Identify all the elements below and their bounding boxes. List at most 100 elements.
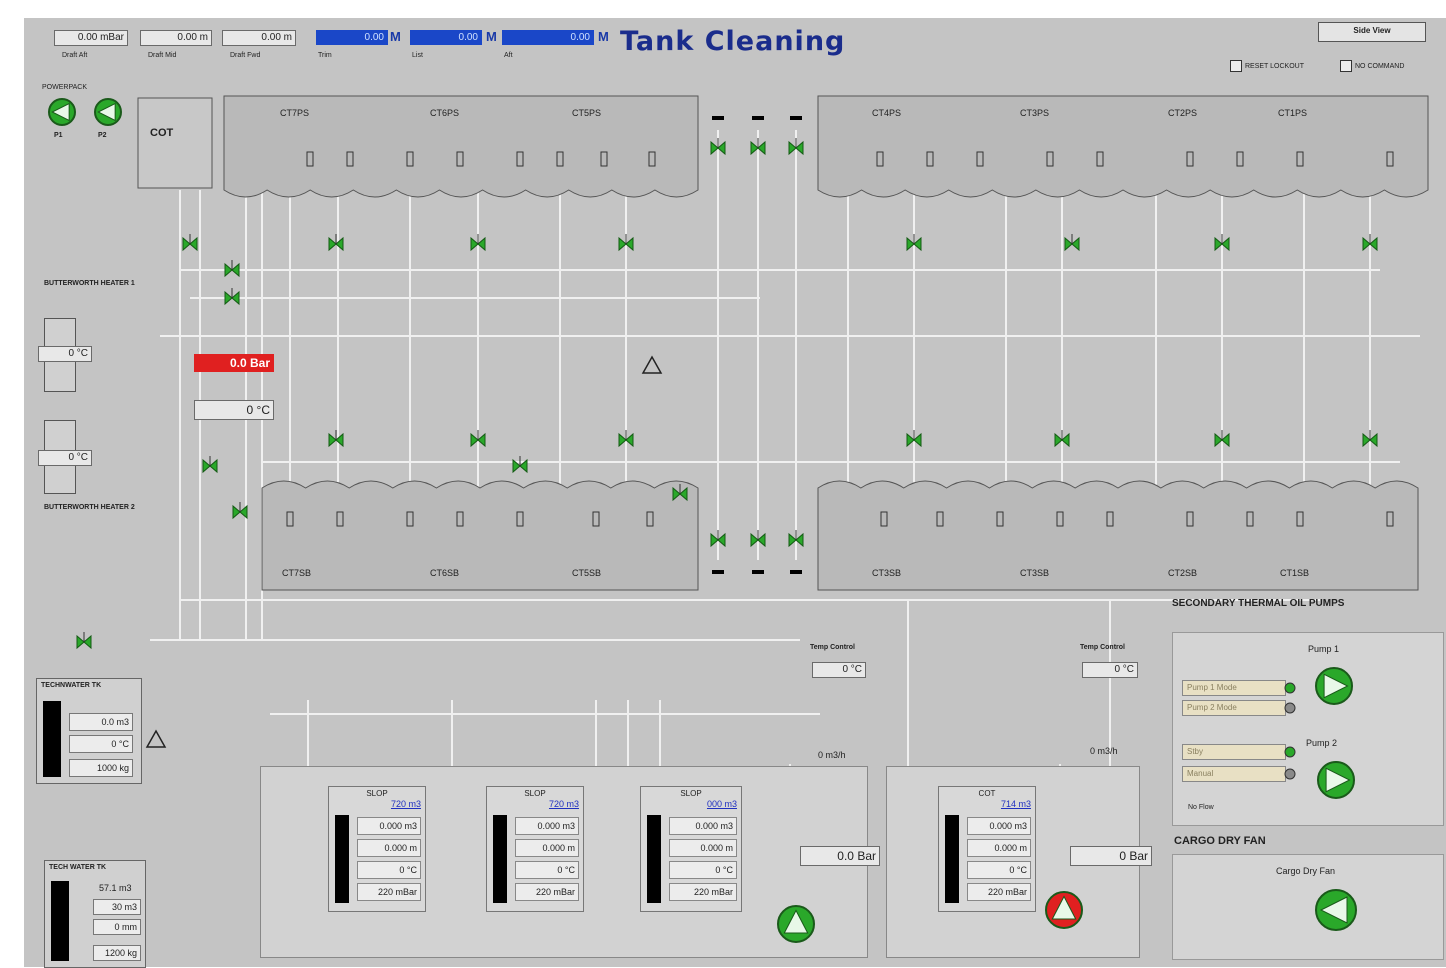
valve-icon — [224, 288, 240, 306]
aft-unit: M — [598, 29, 609, 44]
aft-bar: 0.00 — [502, 30, 594, 45]
tank-label-ct3sb[interactable]: CT3SB — [1020, 568, 1049, 578]
trim-bar: 0.00 — [316, 30, 388, 45]
temp-control-1-field[interactable]: 0 °C — [812, 662, 866, 678]
temp-control-2-field[interactable]: 0 °C — [1082, 662, 1138, 678]
slop-tank-3-volume[interactable]: 000 m3 — [641, 799, 737, 809]
draft-aft-label: Draft Aft — [62, 52, 88, 59]
tech-water-2-level-bar — [51, 881, 69, 961]
pump-pressure-1: 0.0 Bar — [800, 846, 880, 866]
valve-icon — [224, 260, 240, 278]
tank-label-ct5ps[interactable]: CT5PS — [572, 108, 601, 118]
reset-lockout-checkbox[interactable]: RESET LOCKOUT — [1230, 60, 1304, 72]
flow-rate-1: 0 m3/h — [818, 750, 846, 760]
slop-tank-1-volume[interactable]: 720 m3 — [329, 799, 421, 809]
standby-select[interactable]: Stby — [1182, 744, 1286, 760]
cot-label: COT — [150, 127, 174, 139]
tank-label-ct4ps[interactable]: CT4PS — [872, 108, 901, 118]
tech-water-2-volume: 57.1 m3 — [99, 883, 132, 893]
tank-label-ct6ps[interactable]: CT6PS — [430, 108, 459, 118]
slop-tank-2-level-bar — [493, 815, 507, 903]
tech-water-tank-2[interactable]: TECH WATER TK 57.1 m3 30 m3 0 mm 1200 kg — [44, 860, 146, 968]
butterworth-heater-1-label: BUTTERWORTH HEATER 1 — [44, 280, 135, 287]
slop-tank-1-level-bar — [335, 815, 349, 903]
pipe-end-icon — [752, 570, 764, 574]
cargo-dry-fan-label: Cargo Dry Fan — [1276, 866, 1336, 876]
tank-label-ct2ps[interactable]: CT2PS — [1168, 108, 1197, 118]
secondary-pumps-panel — [1172, 632, 1444, 826]
tech-water-temp: 0 °C — [69, 735, 133, 753]
slop-tank-1-name: SLOP — [366, 789, 388, 798]
slop-tank-3-value: 0.000 m3 — [669, 817, 737, 835]
cargo-dry-fan-title: CARGO DRY FAN — [1174, 835, 1266, 847]
slop-tank-1-info[interactable]: SLOP 720 m3 0.000 m3 0.000 m 0 °C 220 mB… — [328, 786, 426, 912]
draft-mid-label: Draft Mid — [148, 52, 177, 59]
cot-tank-volume[interactable]: 714 m3 — [939, 799, 1031, 809]
slop-tank-3-value: 220 mBar — [669, 883, 737, 901]
tech-water-mass: 1000 kg — [69, 759, 133, 777]
tank-label-ct3ps[interactable]: CT3PS — [1020, 108, 1049, 118]
tech-water-2-value-c: 1200 kg — [93, 945, 141, 961]
valve-icon — [182, 234, 198, 252]
no-flow-status: No Flow — [1188, 804, 1214, 811]
valve-icon — [76, 632, 92, 650]
aft-label: Aft — [504, 52, 513, 59]
tech-water-2-value-b: 0 mm — [93, 919, 141, 935]
slop-tank-1-value: 0 °C — [357, 861, 421, 879]
reset-lockout-label: RESET LOCKOUT — [1245, 62, 1304, 70]
slop-tank-3-level-bar — [647, 815, 661, 903]
draft-mid-field: 0.00 m — [140, 30, 212, 46]
slop-tank-2-value: 0.000 m — [515, 839, 579, 857]
valve-icon — [328, 234, 344, 252]
cot-tank-level-bar — [945, 815, 959, 903]
manual-select[interactable]: Manual — [1182, 766, 1286, 782]
temp-control-2-label: Temp Control — [1080, 644, 1125, 651]
butterworth-1-temp: 0 °C — [38, 346, 92, 362]
slop-tank-2-volume[interactable]: 720 m3 — [487, 799, 579, 809]
flow-rate-2: 0 m3/h — [1090, 746, 1118, 756]
slop-tank-3-value: 0.000 m — [669, 839, 737, 857]
pump-1-label: Pump 1 — [1308, 644, 1340, 654]
pump-pressure-2: 0 Bar — [1070, 846, 1152, 866]
slop-tank-1-value: 0.000 m3 — [357, 817, 421, 835]
slop-tank-2-info[interactable]: SLOP 720 m3 0.000 m3 0.000 m 0 °C 220 mB… — [486, 786, 584, 912]
pump-1-mode-select[interactable]: Pump 1 Mode — [1182, 680, 1286, 696]
trim-unit: M — [390, 29, 401, 44]
tank-label-ct4sb[interactable]: CT3SB — [872, 568, 901, 578]
pipe-end-icon — [712, 116, 724, 120]
slop-tank-3-info[interactable]: SLOP 000 m3 0.000 m3 0.000 m 0 °C 220 mB… — [640, 786, 742, 912]
pipe-end-icon — [752, 116, 764, 120]
list-bar: 0.00 — [410, 30, 482, 45]
lower-stbd-tanks — [261, 480, 699, 591]
cot-tank-info[interactable]: COT 714 m3 0.000 m3 0.000 m 0 °C 220 mBa… — [938, 786, 1036, 912]
draft-fwd-field: 0.00 m — [222, 30, 296, 46]
tank-label-ct2sb[interactable]: CT2SB — [1168, 568, 1197, 578]
slop-tank-2-value: 0.000 m3 — [515, 817, 579, 835]
valve-icon — [1064, 234, 1080, 252]
tank-label-ct1ps[interactable]: CT1PS — [1278, 108, 1307, 118]
tank-label-ct7sb[interactable]: CT7SB — [282, 568, 311, 578]
cot-tank-value: 0.000 m — [967, 839, 1031, 857]
valve-icon — [328, 430, 344, 448]
slop-tank-2-value: 220 mBar — [515, 883, 579, 901]
powerpack-label: POWERPACK — [42, 84, 87, 91]
powerpack-p1-label: P1 — [54, 132, 63, 139]
slop-tank-2-name: SLOP — [524, 789, 546, 798]
slop-tank-1-value: 220 mBar — [357, 883, 421, 901]
list-unit: M — [486, 29, 497, 44]
no-command-checkbox[interactable]: NO COMMAND — [1340, 60, 1404, 72]
pipe-end-icon — [712, 570, 724, 574]
slop-tank-3-value: 0 °C — [669, 861, 737, 879]
draft-aft-field: 0.00 mBar — [54, 30, 128, 46]
cot-tank-value: 220 mBar — [967, 883, 1031, 901]
side-view-button[interactable]: Side View — [1318, 22, 1426, 42]
pump-2-mode-select[interactable]: Pump 2 Mode — [1182, 700, 1286, 716]
tech-water-2-value-a: 30 m3 — [93, 899, 141, 915]
tank-label-ct1sb[interactable]: CT1SB — [1280, 568, 1309, 578]
pump-2-label: Pump 2 — [1306, 738, 1338, 748]
tech-water-tank-1[interactable]: TECHNWATER TK 0.0 m3 0 °C 1000 kg — [36, 678, 142, 784]
tank-label-ct5sb[interactable]: CT5SB — [572, 568, 601, 578]
cot-tank-value: 0.000 m3 — [967, 817, 1031, 835]
tank-label-ct7ps[interactable]: CT7PS — [280, 108, 309, 118]
tank-label-ct6sb[interactable]: CT6SB — [430, 568, 459, 578]
